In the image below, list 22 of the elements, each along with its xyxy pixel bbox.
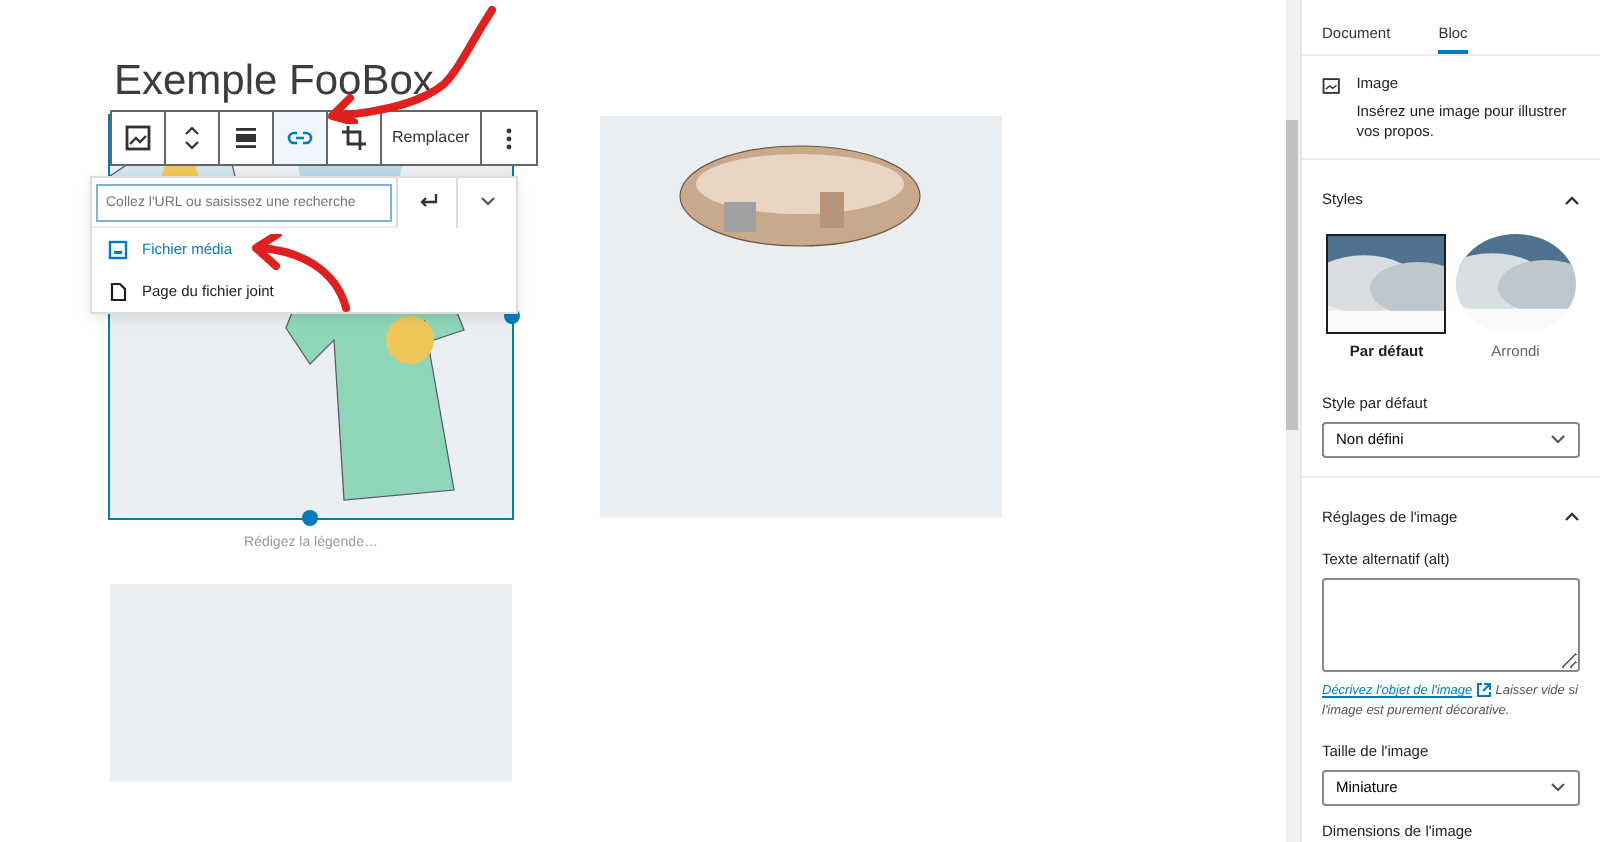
resize-handle[interactable] — [302, 510, 318, 526]
image-icon — [124, 124, 152, 152]
crop-icon — [340, 124, 368, 152]
link-button[interactable] — [274, 112, 328, 164]
chevron-down-icon — [1550, 781, 1566, 794]
image-icon — [1322, 74, 1341, 98]
submit-button[interactable] — [396, 177, 456, 227]
chevron-up-icon[interactable] — [1564, 510, 1580, 523]
page-icon — [108, 281, 128, 301]
image-icon — [108, 239, 128, 259]
alt-text-field[interactable] — [1322, 578, 1580, 672]
more-icon — [505, 127, 512, 149]
external-link-icon[interactable] — [1475, 682, 1492, 699]
chevron-down-icon — [479, 196, 495, 208]
page-title[interactable]: Exemple FooBox — [114, 52, 434, 112]
style-preview[interactable] — [1326, 234, 1447, 334]
chevron-down-icon — [1550, 433, 1566, 445]
chevron-up-icon[interactable] — [1564, 194, 1580, 207]
enter-icon — [417, 194, 437, 210]
scrollbar[interactable] — [1286, 0, 1300, 842]
arrow — [250, 234, 354, 314]
align-icon — [232, 124, 260, 152]
